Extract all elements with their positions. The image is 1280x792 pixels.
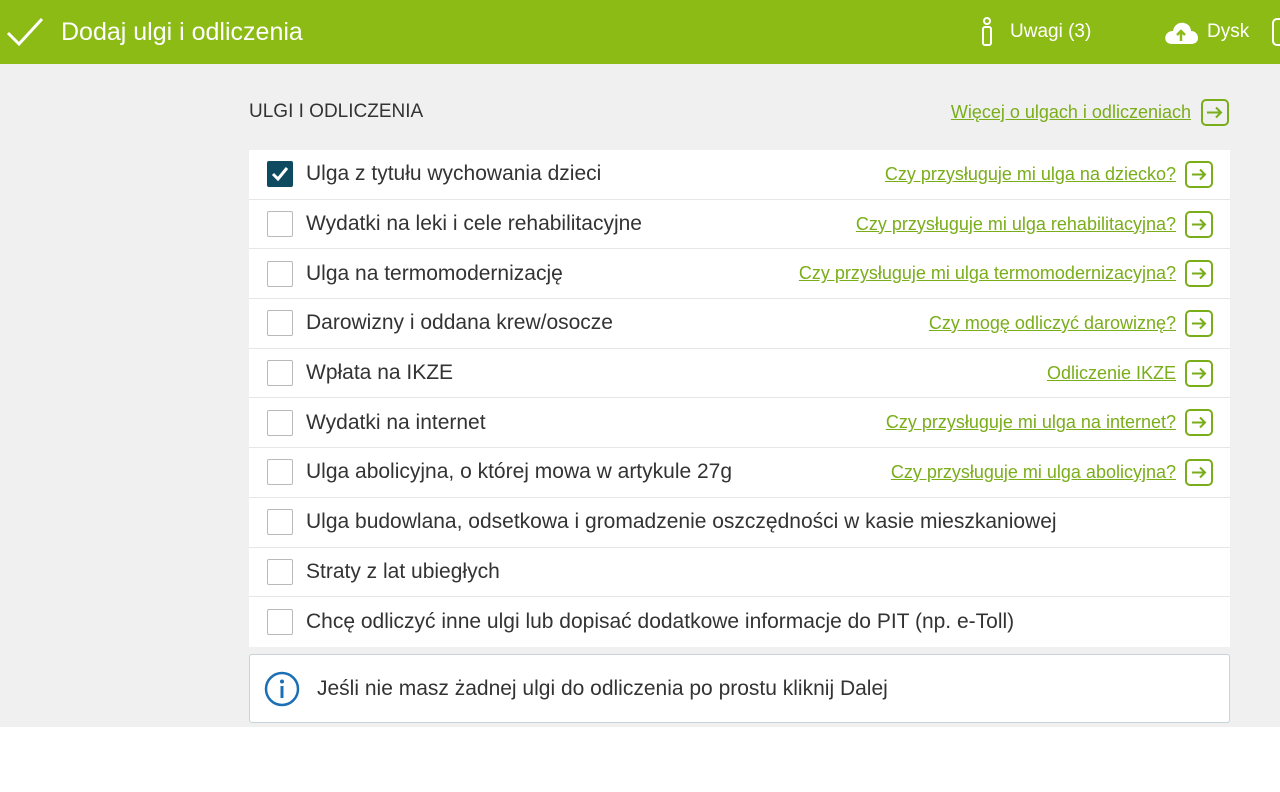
deduction-label[interactable]: Ulga abolicyjna, o której mowa w artykul…	[306, 460, 732, 484]
page-title: Dodaj ulgi i odliczenia	[61, 18, 303, 46]
deduction-help-link[interactable]: Czy przysługuje mi ulga na dziecko?	[884, 160, 1213, 188]
check-icon	[271, 167, 289, 182]
deduction-help-label: Czy przysługuje mi ulga na internet?	[885, 412, 1176, 433]
deduction-help-label: Czy przysługuje mi ulga rehabilitacyjna?	[855, 213, 1176, 234]
info-i-icon	[982, 17, 992, 46]
deduction-label[interactable]: Chcę odliczyć inne ulgi lub dopisać doda…	[306, 610, 1014, 634]
deduction-help-link[interactable]: Czy przysługuje mi ulga na internet?	[885, 409, 1213, 437]
external-arrow-icon	[1185, 260, 1213, 288]
external-arrow-icon	[1185, 309, 1213, 337]
deduction-row: Wydatki na leki i cele rehabilitacyjne Cz…	[249, 200, 1230, 250]
deduction-label[interactable]: Straty z lat ubiegłych	[306, 560, 500, 584]
deduction-row: Straty z lat ubiegłych	[249, 548, 1230, 598]
deduction-help-link[interactable]: Odliczenie IKZE	[1046, 359, 1213, 387]
external-arrow-icon	[1185, 359, 1213, 387]
deduction-checkbox[interactable]	[267, 459, 293, 486]
deductions-list: Ulga z tytułu wychowania dzieci Czy przys…	[249, 150, 1230, 647]
deduction-checkbox[interactable]	[267, 310, 293, 337]
deduction-help-link[interactable]: Czy przysługuje mi ulga termomodernizacy…	[798, 260, 1213, 288]
external-arrow-icon	[1185, 458, 1213, 486]
deduction-label[interactable]: Wydatki na internet	[306, 411, 486, 435]
deduction-help-label: Czy przysługuje mi ulga na dziecko?	[884, 163, 1176, 184]
deduction-help-link[interactable]: Czy przysługuje mi ulga abolicyjna?	[890, 458, 1213, 486]
checkmark-icon	[6, 17, 44, 47]
info-box: Jeśli nie masz żadnej ulgi do odliczenia…	[249, 654, 1230, 723]
deduction-label[interactable]: Ulga na termomodernizację	[306, 262, 563, 286]
external-arrow-icon	[1185, 409, 1213, 437]
deduction-checkbox[interactable]	[267, 211, 293, 238]
deduction-checkbox[interactable]	[267, 260, 293, 287]
external-arrow-icon	[1201, 98, 1229, 126]
external-arrow-icon	[1185, 160, 1213, 188]
deduction-help-label: Czy mogę odliczyć darowiznę?	[928, 312, 1176, 333]
deduction-checkbox[interactable]	[267, 509, 293, 536]
drive-button[interactable]: Dysk	[1163, 17, 1249, 47]
notes-label: Uwagi (3)	[1010, 21, 1092, 42]
deduction-checkbox[interactable]	[267, 558, 293, 585]
deduction-label[interactable]: Wydatki na leki i cele rehabilitacyjne	[306, 212, 642, 236]
external-arrow-icon	[1185, 210, 1213, 238]
deduction-row: Ulga na termomodernizację Czy przysługuje…	[249, 249, 1230, 300]
deduction-row: Chcę odliczyć inne ulgi lub dopisać doda…	[249, 597, 1230, 647]
notes-button[interactable]: Uwagi (3)	[976, 17, 1091, 47]
deduction-label[interactable]: Darowizny i oddana krew/osocze	[306, 311, 613, 335]
deduction-help-label: Czy przysługuje mi ulga abolicyjna?	[890, 461, 1176, 482]
deduction-help-label: Odliczenie IKZE	[1046, 362, 1176, 383]
deduction-checkbox[interactable]	[267, 360, 293, 387]
deduction-row: Wpłata na IKZE Odliczenie IKZE	[249, 349, 1230, 399]
more-info-link[interactable]: Więcej o ulgach i odliczeniach	[951, 98, 1229, 126]
deduction-row: Darowizny i oddana krew/osocze Czy mogę o…	[249, 299, 1230, 349]
deduction-checkbox[interactable]	[267, 609, 293, 636]
info-text: Jeśli nie masz żadnej ulgi do odliczenia…	[317, 676, 888, 700]
deduction-help-label: Czy przysługuje mi ulga termomodernizacy…	[798, 263, 1176, 284]
next-icon[interactable]	[1272, 18, 1280, 46]
drive-label: Dysk	[1207, 21, 1250, 42]
deduction-label[interactable]: Wpłata na IKZE	[306, 361, 453, 385]
deduction-label[interactable]: Ulga z tytułu wychowania dzieci	[306, 162, 601, 186]
deduction-help-link[interactable]: Czy przysługuje mi ulga rehabilitacyjna?	[855, 210, 1213, 238]
section-title: ULGI I ODLICZENIA	[249, 101, 424, 122]
top-bar: Dodaj ulgi i odliczenia Uwagi (3) Dysk	[0, 0, 1280, 64]
info-circle-icon	[264, 671, 300, 707]
deduction-row: Ulga z tytułu wychowania dzieci Czy przys…	[249, 150, 1230, 200]
deduction-row: Wydatki na internet Czy przysługuje mi ul…	[249, 398, 1230, 449]
deduction-checkbox[interactable]	[267, 409, 293, 436]
deduction-help-link[interactable]: Czy mogę odliczyć darowiznę?	[928, 309, 1213, 337]
more-info-link-label: Więcej o ulgach i odliczeniach	[950, 101, 1191, 122]
deduction-checkbox[interactable]	[267, 161, 293, 188]
deduction-row: Ulga budowlana, odsetkowa i gromadzenie …	[249, 498, 1230, 548]
deduction-label[interactable]: Ulga budowlana, odsetkowa i gromadzenie …	[306, 510, 1057, 534]
deduction-row: Ulga abolicyjna, o której mowa w artykul…	[249, 448, 1230, 498]
cloud-upload-icon	[1165, 22, 1198, 44]
